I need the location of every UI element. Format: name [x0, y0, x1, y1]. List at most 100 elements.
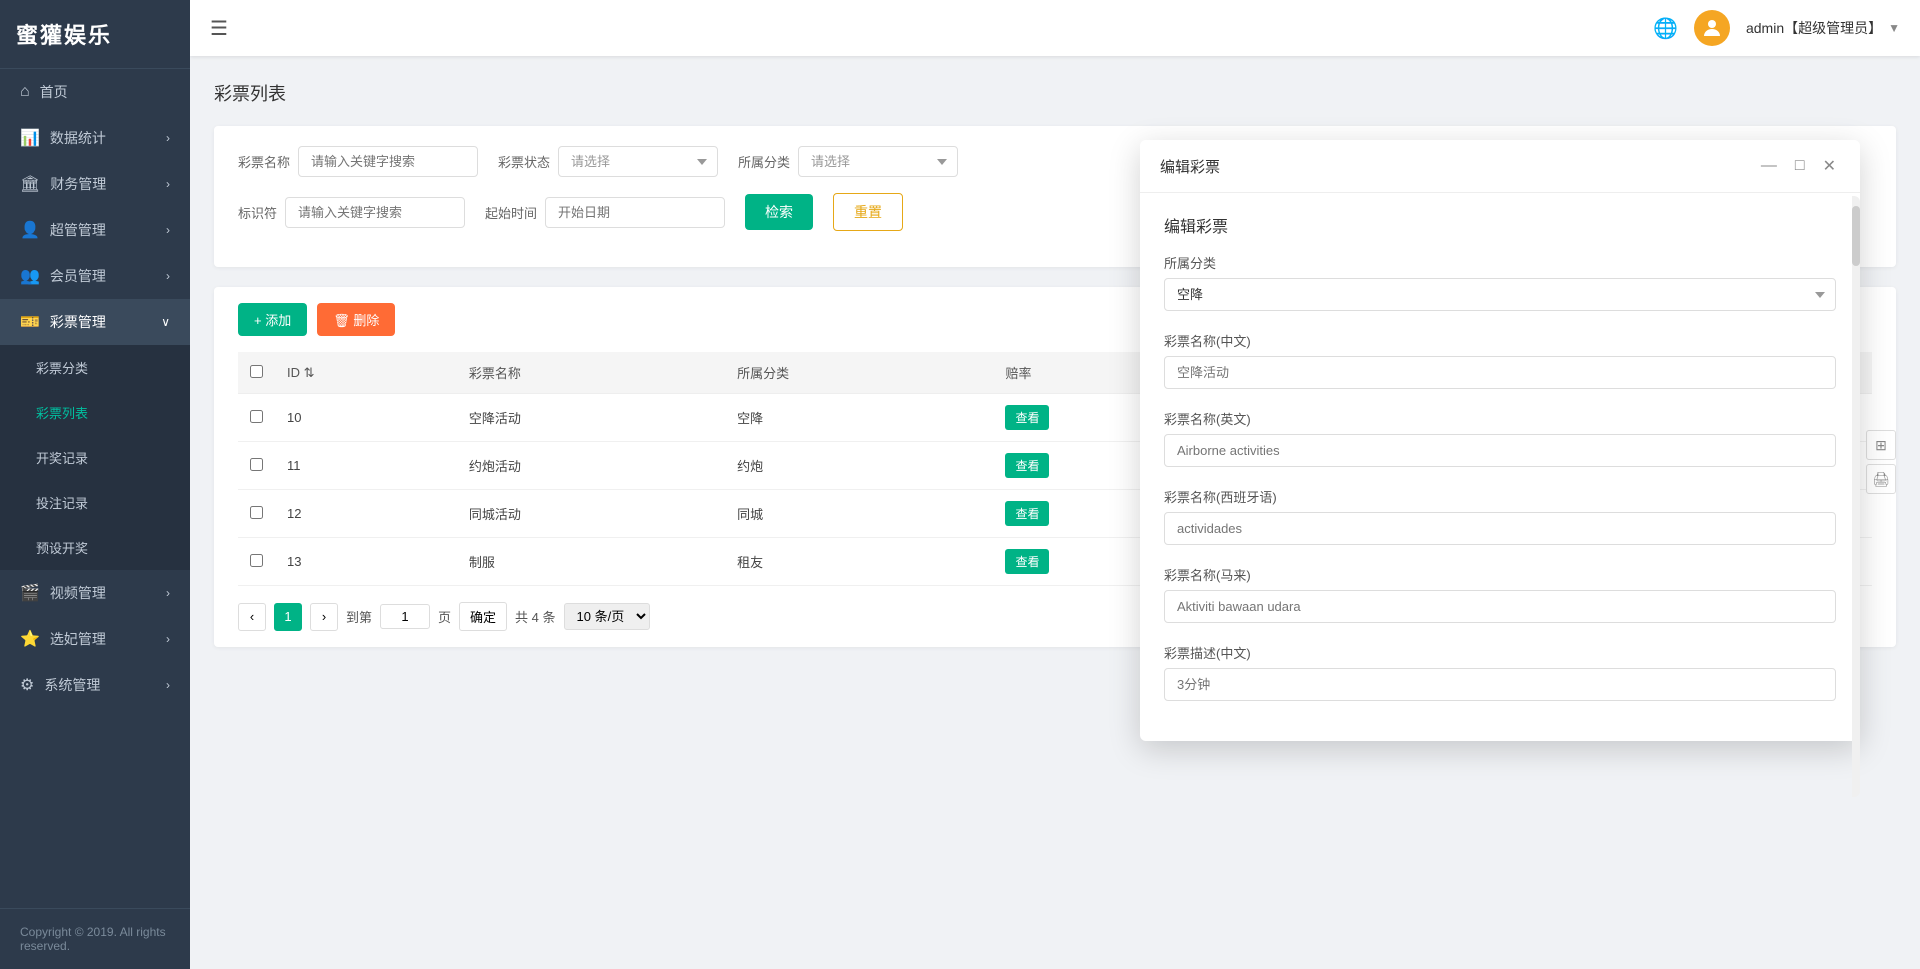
submenu-label: 彩票列表 [36, 403, 88, 422]
modal-minimize-button[interactable]: — [1757, 155, 1781, 177]
print-icon-button[interactable]: 🖨 [1866, 464, 1896, 494]
lottery-name-field: 彩票名称 [238, 146, 478, 177]
chevron-right-icon: › [166, 177, 170, 191]
form-name-zh-input[interactable] [1164, 356, 1836, 389]
row-category: 空降 [725, 394, 993, 442]
category-select[interactable]: 请选择 [798, 146, 958, 177]
form-category-group: 所属分类 空降 [1164, 253, 1836, 311]
sidebar-item-member[interactable]: 👥 会员管理 › [0, 253, 190, 299]
user-menu[interactable]: admin【超级管理员】 ▼ [1746, 18, 1900, 38]
add-button[interactable]: + 添加 [238, 303, 307, 336]
row-name: 制服 [457, 538, 725, 586]
sidebar-item-label: 财务管理 [50, 174, 106, 194]
sidebar-item-bet-records[interactable]: 投注记录 [0, 480, 190, 525]
page-title: 彩票列表 [214, 80, 1896, 106]
row-checkbox-13[interactable] [250, 554, 263, 567]
sidebar-item-label: 视频管理 [50, 583, 106, 603]
sidebar-item-label: 会员管理 [50, 266, 106, 286]
row-checkbox-cell [238, 394, 275, 442]
home-icon: ⌂ [20, 83, 30, 101]
modal-scrollbar[interactable] [1852, 196, 1860, 797]
chevron-down-icon: ∨ [161, 315, 170, 329]
form-desc-zh-input[interactable] [1164, 668, 1836, 701]
prev-page-button[interactable]: ‹ [238, 603, 266, 631]
row-id: 11 [275, 442, 457, 490]
sidebar-item-label: 数据统计 [50, 128, 106, 148]
form-category-select[interactable]: 空降 [1164, 278, 1836, 311]
page-label: 页 [438, 607, 451, 626]
sidebar-item-home[interactable]: ⌂ 首页 [0, 69, 190, 115]
row-checkbox-12[interactable] [250, 506, 263, 519]
modal-section-title: 编辑彩票 [1164, 213, 1836, 237]
form-name-en-group: 彩票名称(英文) [1164, 409, 1836, 467]
modal-close-button[interactable]: ✕ [1819, 154, 1840, 178]
modal-maximize-button[interactable]: □ [1791, 155, 1809, 177]
sidebar-item-finance[interactable]: 🏛 财务管理 › [0, 161, 190, 207]
page-1-button[interactable]: 1 [274, 603, 302, 631]
goto-page-input[interactable] [380, 604, 430, 629]
chevron-right-icon: › [166, 269, 170, 283]
start-time-input[interactable] [545, 197, 725, 228]
row-checkbox-11[interactable] [250, 458, 263, 471]
lottery-status-label: 彩票状态 [498, 152, 550, 171]
settings-icon: ⚙ [20, 675, 34, 695]
sidebar-nav: ⌂ 首页 📊 数据统计 › 🏛 财务管理 › 👤 超管管理 › 👥 会员管理 ›… [0, 69, 190, 908]
sidebar-item-lottery[interactable]: 🎫 彩票管理 ∨ [0, 299, 190, 345]
row-checkbox-10[interactable] [250, 410, 263, 423]
view-rate-button[interactable]: 查看 [1005, 405, 1049, 430]
modal-title: 编辑彩票 [1160, 156, 1220, 177]
category-label: 所属分类 [738, 152, 790, 171]
sidebar-item-lottery-list[interactable]: 彩票列表 [0, 390, 190, 435]
edit-lottery-modal: 编辑彩票 — □ ✕ 编辑彩票 所属分类 空降 [1140, 140, 1860, 741]
reset-button[interactable]: 重置 [833, 193, 903, 231]
globe-icon[interactable]: 🌐 [1653, 16, 1678, 41]
identifier-label: 标识符 [238, 203, 277, 222]
modal-body: 编辑彩票 所属分类 空降 彩票名称(中文) 彩票名称(英文) [1140, 193, 1860, 741]
form-name-es-label: 彩票名称(西班牙语) [1164, 487, 1836, 506]
bulk-delete-button[interactable]: 🗑 删除 [317, 303, 395, 336]
sidebar-item-label: 系统管理 [44, 675, 100, 695]
finance-icon: 🏛 [20, 174, 40, 194]
start-time-field: 起始时间 [485, 197, 725, 228]
row-id: 13 [275, 538, 457, 586]
sidebar-item-system[interactable]: ⚙ 系统管理 › [0, 662, 190, 708]
lottery-icon: 🎫 [20, 312, 40, 332]
sidebar-item-open-records[interactable]: 开奖记录 [0, 435, 190, 480]
sidebar-item-lottery-category[interactable]: 彩票分类 [0, 345, 190, 390]
form-name-ms-input[interactable] [1164, 590, 1836, 623]
form-name-en-input[interactable] [1164, 434, 1836, 467]
goto-confirm-button[interactable]: 确定 [459, 602, 507, 631]
side-action-panel: ⊞ 🖨 [1866, 430, 1896, 494]
per-page-select[interactable]: 10 条/页 [564, 603, 650, 630]
expand-icon-button[interactable]: ⊞ [1866, 430, 1896, 460]
search-button[interactable]: 检索 [745, 194, 813, 230]
th-category: 所属分类 [725, 352, 993, 394]
video-icon: 🎬 [20, 583, 40, 603]
row-name: 同城活动 [457, 490, 725, 538]
sidebar-item-election[interactable]: ⭐ 选妃管理 › [0, 616, 190, 662]
identifier-input[interactable] [285, 197, 465, 228]
menu-toggle-button[interactable]: ☰ [210, 16, 228, 41]
th-checkbox [238, 352, 275, 394]
sidebar-item-video[interactable]: 🎬 视频管理 › [0, 570, 190, 616]
sidebar-item-super-admin[interactable]: 👤 超管管理 › [0, 207, 190, 253]
form-name-ms-group: 彩票名称(马来) [1164, 565, 1836, 623]
view-rate-button[interactable]: 查看 [1005, 501, 1049, 526]
view-rate-button[interactable]: 查看 [1005, 549, 1049, 574]
submenu-label: 开奖记录 [36, 448, 88, 467]
sidebar-item-preset-open[interactable]: 预设开奖 [0, 525, 190, 570]
sidebar-item-data-stats[interactable]: 📊 数据统计 › [0, 115, 190, 161]
form-name-es-input[interactable] [1164, 512, 1836, 545]
sidebar-item-label: 超管管理 [50, 220, 106, 240]
lottery-status-select[interactable]: 请选择 [558, 146, 718, 177]
select-all-checkbox[interactable] [250, 365, 263, 378]
next-page-button[interactable]: › [310, 603, 338, 631]
form-name-es-group: 彩票名称(西班牙语) [1164, 487, 1836, 545]
row-category: 租友 [725, 538, 993, 586]
row-name: 空降活动 [457, 394, 725, 442]
view-rate-button[interactable]: 查看 [1005, 453, 1049, 478]
form-name-ms-label: 彩票名称(马来) [1164, 565, 1836, 584]
lottery-name-input[interactable] [298, 146, 478, 177]
form-desc-zh-group: 彩票描述(中文) [1164, 643, 1836, 701]
submenu-label: 投注记录 [36, 493, 88, 512]
